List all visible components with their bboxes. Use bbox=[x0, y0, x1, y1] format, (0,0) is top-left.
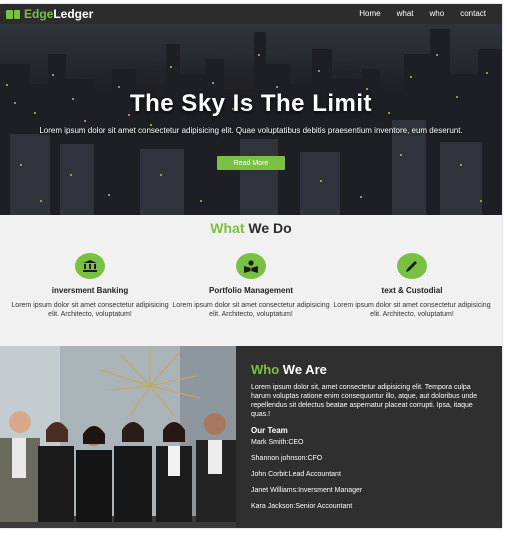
services-title-rest: We Do bbox=[248, 220, 292, 236]
service-text: Lorem ipsum dolor sit amet consectetur a… bbox=[11, 302, 169, 318]
nav-link-who[interactable]: who bbox=[430, 9, 445, 18]
who-content: Who We Are Lorem ipsum dolor sit, amet c… bbox=[251, 362, 487, 515]
brand-name-second: Ledger bbox=[53, 7, 94, 21]
nav-link-what[interactable]: what bbox=[397, 9, 414, 18]
bank-icon bbox=[75, 253, 105, 279]
service-text: Lorem ipsum dolor sit amet consectetur a… bbox=[172, 302, 330, 318]
brand-name-first: Edge bbox=[24, 7, 54, 21]
team-heading: Our Team bbox=[251, 426, 288, 435]
team-member: Mark Smith:CEO bbox=[251, 439, 304, 446]
brand-logo[interactable]: EdgeLedger bbox=[6, 7, 93, 21]
book-logo-icon bbox=[6, 9, 20, 19]
services-title: What We Do bbox=[0, 220, 502, 236]
who-text: Lorem ipsum dolor sit, amet consectetur … bbox=[251, 384, 478, 418]
who-title-rest: We Are bbox=[282, 362, 327, 377]
service-title: inversment Banking bbox=[51, 286, 129, 295]
read-more-button[interactable]: Read More bbox=[217, 156, 285, 170]
nav-link-home[interactable]: Home bbox=[359, 9, 380, 18]
team-photo bbox=[0, 346, 236, 528]
service-card: inversment Banking Lorem ipsum dolor sit… bbox=[10, 253, 170, 319]
service-text: Lorem ipsum dolor sit amet consectetur a… bbox=[333, 302, 491, 318]
hero-section: The Sky Is The Limit Lorem ipsum dolor s… bbox=[0, 24, 502, 215]
services-section: What We Do inversment Banking Lorem ipsu… bbox=[0, 215, 502, 346]
city-skyline-image bbox=[0, 24, 502, 215]
nav-links: Home what who contact bbox=[359, 9, 486, 18]
service-title: Portfolio Management bbox=[208, 286, 293, 295]
team-member: Kara Jackson:Senior Accountant bbox=[251, 503, 353, 510]
who-section: Who We Are Lorem ipsum dolor sit, amet c… bbox=[0, 346, 502, 528]
navbar: EdgeLedger Home what who contact bbox=[0, 4, 502, 24]
hero-title: The Sky Is The Limit bbox=[129, 90, 373, 117]
hero-text: Lorem ipsum dolor sit amet consectetur a… bbox=[39, 126, 463, 135]
page-frame: EdgeLedger Home what who contact The Sky… bbox=[0, 4, 502, 528]
service-card: Portfolio Management Lorem ipsum dolor s… bbox=[171, 253, 331, 319]
service-title: text & Custodial bbox=[381, 286, 443, 295]
team-member: John Corbit:Lead Accountant bbox=[251, 471, 341, 478]
team-member: Shannon johnson:CFO bbox=[251, 455, 323, 462]
book-reader-icon bbox=[236, 253, 266, 279]
pencil-icon bbox=[397, 253, 427, 279]
service-card: text & Custodial Lorem ipsum dolor sit a… bbox=[332, 253, 492, 319]
who-title: Who We Are bbox=[251, 362, 487, 377]
team-member: Janet Williams:Inversment Manager bbox=[251, 487, 363, 494]
who-title-accent: Who bbox=[251, 362, 280, 377]
services-title-accent: What bbox=[210, 220, 245, 236]
nav-link-contact[interactable]: contact bbox=[460, 9, 486, 18]
